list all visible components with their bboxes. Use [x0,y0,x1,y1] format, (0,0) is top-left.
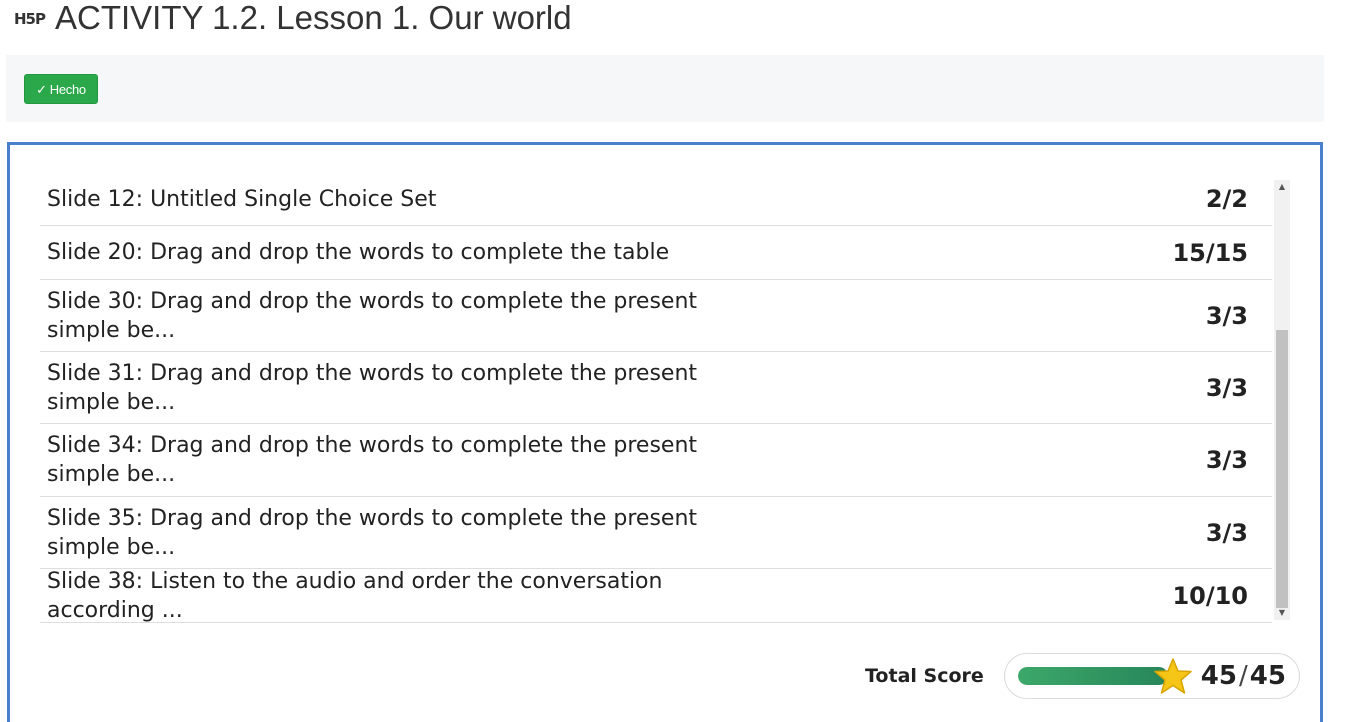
done-button-label: Hecho [49,81,86,97]
result-score: 10/10 [1172,581,1248,610]
check-icon: ✓ [36,81,47,97]
result-row: Slide 12: Untitled Single Choice Set 2/2 [40,173,1272,226]
total-score-label: Total Score [865,665,984,687]
activity-frame: Slide 12: Untitled Single Choice Set 2/2… [7,142,1323,722]
result-row: Slide 38: Listen to the audio and order … [40,569,1272,623]
result-title: Slide 38: Listen to the audio and order … [47,568,663,623]
result-row: Slide 34: Drag and drop the words to com… [40,424,1272,497]
results-scrollbar[interactable]: ▲ ▼ [1274,180,1290,620]
result-row: Slide 30: Drag and drop the words to com… [40,280,1272,352]
result-row: Slide 35: Drag and drop the words to com… [40,497,1272,569]
result-score: 3/3 [1205,518,1248,547]
scroll-down-arrow-icon[interactable]: ▼ [1274,606,1290,620]
result-row: Slide 20: Drag and drop the words to com… [40,226,1272,280]
result-title: Slide 30: Drag and drop the words to com… [47,288,698,343]
page-title: ACTIVITY 1.2. Lesson 1. Our world [54,0,572,36]
result-score: 2/2 [1205,185,1248,213]
score-progress-bar [1017,667,1168,685]
total-score-pill: 45 / 45 [1003,653,1300,699]
h5p-logo: H5P [14,10,46,28]
result-title: Slide 35: Drag and drop the words to com… [47,505,698,560]
total-score: Total Score 45 / 45 [865,653,1300,699]
result-row: Slide 31: Drag and drop the words to com… [40,352,1272,424]
total-score-max: 45 [1249,661,1286,691]
total-score-separator: / [1238,661,1248,691]
result-title: Slide 20: Drag and drop the words to com… [47,240,670,265]
score-progress-fill [1017,667,1168,685]
star-icon [1154,658,1192,694]
result-title: Slide 34: Drag and drop the words to com… [47,433,698,487]
results-list[interactable]: Slide 12: Untitled Single Choice Set 2/2… [40,173,1290,623]
total-score-value: 45 / 45 [1201,661,1286,691]
result-score: 3/3 [1205,373,1248,402]
total-score-achieved: 45 [1200,661,1237,691]
result-title: Slide 12: Untitled Single Choice Set [47,186,437,212]
page-header: H5P ACTIVITY 1.2. Lesson 1. Our world [14,0,572,36]
scroll-up-arrow-icon[interactable]: ▲ [1274,180,1290,194]
result-score: 15/15 [1172,238,1248,267]
toolbar: ✓ Hecho [6,55,1324,122]
done-button[interactable]: ✓ Hecho [24,74,98,104]
result-title: Slide 31: Drag and drop the words to com… [47,360,698,415]
scrollbar-thumb[interactable] [1276,330,1288,608]
result-score: 3/3 [1205,301,1248,330]
result-score: 3/3 [1205,446,1248,474]
